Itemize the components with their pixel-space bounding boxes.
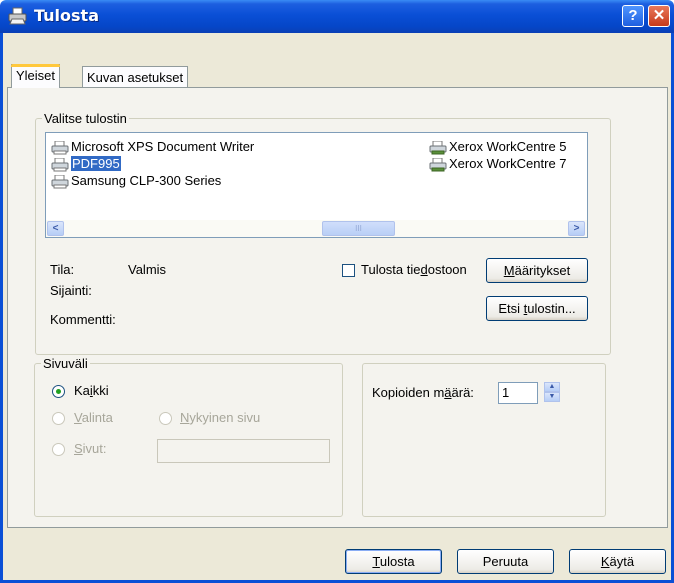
list-item[interactable]: Microsoft XPS Document Writer (51, 138, 254, 155)
printer-icon (51, 157, 69, 172)
printer-name: Xerox WorkCentre 5 (449, 139, 567, 154)
help-button[interactable]: ? (622, 5, 644, 27)
scroll-right-arrow-icon[interactable]: > (568, 221, 585, 236)
title-bar[interactable]: Tulosta ? ✕ (0, 0, 674, 33)
apply-button[interactable]: Käytä (569, 549, 666, 574)
state-value: Valmis (128, 262, 167, 277)
print-dialog: Tulosta ? ✕ Yleiset Kuvan asetukset Vali… (0, 0, 674, 583)
printer-group-legend: Valitse tulostin (42, 111, 129, 126)
list-item[interactable]: Xerox WorkCentre 5 (429, 138, 567, 155)
page-range-legend: Sivuväli (41, 356, 90, 371)
network-printer-icon (429, 157, 447, 172)
tab-general[interactable]: Yleiset (11, 64, 61, 88)
pages-label[interactable]: Sivut: (74, 441, 107, 456)
printer-name: Samsung CLP-300 Series (71, 173, 222, 188)
window-title: Tulosta (34, 6, 99, 25)
comment-label: Kommentti: (50, 312, 116, 327)
copies-input[interactable]: 1 (498, 382, 538, 404)
properties-button[interactable]: Määritykset (486, 258, 588, 283)
scroll-left-arrow-icon[interactable]: < (47, 221, 64, 236)
spin-up-arrow-icon[interactable]: ▲ (544, 382, 560, 392)
current-page-radio[interactable] (159, 412, 172, 425)
print-to-file-label[interactable]: Tulosta tiedostoon (361, 262, 467, 277)
spin-down-arrow-icon[interactable]: ▼ (544, 392, 560, 402)
printer-list[interactable]: Microsoft XPS Document Writer PDF995 Sam… (45, 132, 588, 238)
pages-input[interactable] (157, 439, 330, 463)
printer-icon (51, 140, 69, 155)
radio-dot (56, 389, 61, 394)
state-label: Tila: (50, 262, 75, 277)
list-item[interactable]: PDF995 (51, 155, 121, 172)
selection-label[interactable]: Valinta (74, 410, 113, 425)
tab-image-settings[interactable]: Kuvan asetukset (82, 66, 189, 88)
scroll-thumb[interactable]: III (322, 221, 395, 236)
list-item[interactable]: Samsung CLP-300 Series (51, 172, 221, 189)
copies-stepper[interactable]: ▲ ▼ (544, 382, 560, 403)
printer-name: Microsoft XPS Document Writer (71, 139, 255, 154)
printer-icon (8, 7, 27, 25)
printer-icon (51, 174, 69, 189)
cancel-button[interactable]: Peruuta (457, 549, 554, 574)
print-to-file-checkbox[interactable] (342, 264, 355, 277)
printer-name: Xerox WorkCentre 7 (449, 156, 567, 171)
selection-radio[interactable] (52, 412, 65, 425)
find-printer-button[interactable]: Etsi tulostin... (486, 296, 588, 321)
list-item[interactable]: Xerox WorkCentre 7 (429, 155, 567, 172)
printer-name: PDF995 (71, 156, 121, 171)
all-pages-label[interactable]: Kaikki (74, 383, 109, 398)
close-button[interactable]: ✕ (648, 5, 670, 27)
print-button[interactable]: Tulosta (345, 549, 442, 574)
location-label: Sijainti: (50, 283, 92, 298)
horizontal-scrollbar[interactable]: < III > (46, 220, 587, 237)
all-pages-radio[interactable] (52, 385, 65, 398)
copies-label: Kopioiden määrä: (372, 385, 474, 400)
current-page-label[interactable]: Nykyinen sivu (180, 410, 260, 425)
network-printer-icon (429, 140, 447, 155)
pages-radio[interactable] (52, 443, 65, 456)
